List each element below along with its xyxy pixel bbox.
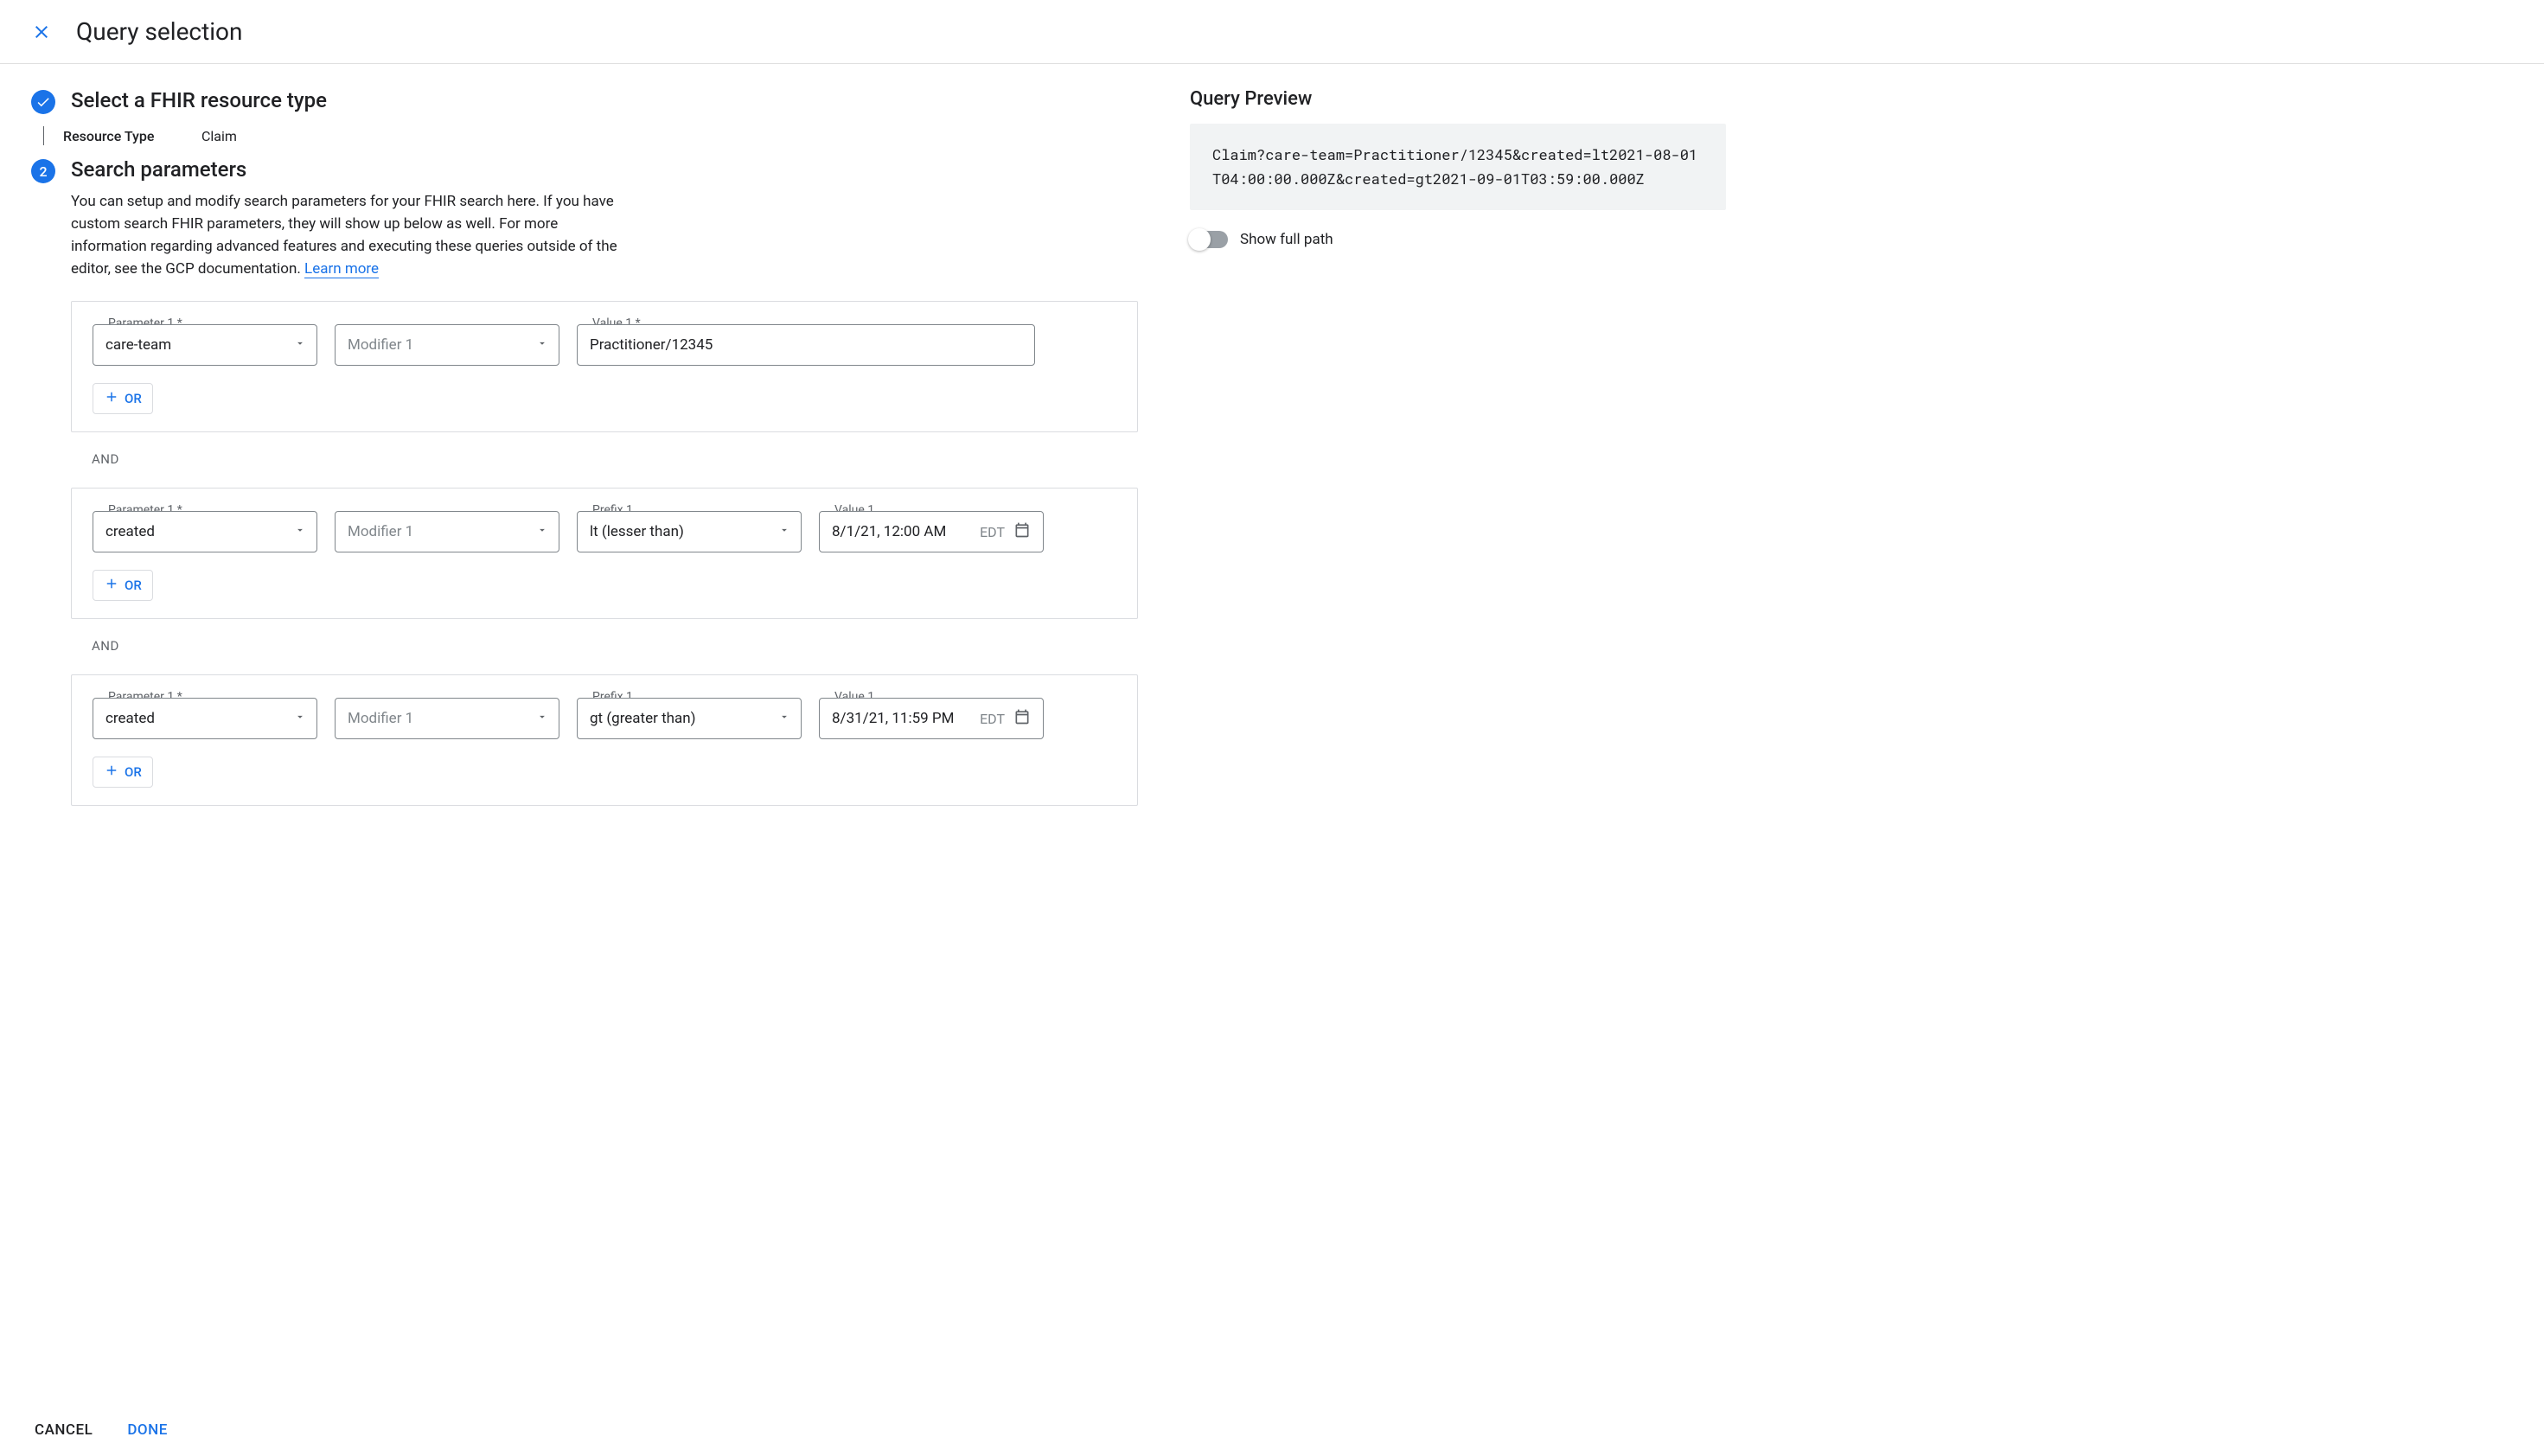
chevron-down-icon xyxy=(536,336,548,354)
parameter-select[interactable]: care-team xyxy=(93,324,317,366)
learn-more-link[interactable]: Learn more xyxy=(304,260,379,278)
chevron-down-icon xyxy=(778,710,790,727)
modifier-select[interactable]: Modifier 1 xyxy=(335,324,559,366)
prefix-select[interactable]: gt (greater than) xyxy=(577,698,802,739)
plus-icon xyxy=(104,576,119,595)
chevron-down-icon xyxy=(778,523,790,540)
parameter-select[interactable]: created xyxy=(93,698,317,739)
and-separator: AND xyxy=(92,638,1138,654)
value-date-input[interactable]: 8/31/21, 11:59 PMEDT xyxy=(819,698,1044,739)
close-icon[interactable] xyxy=(31,22,52,42)
modifier-select[interactable]: Modifier 1 xyxy=(335,698,559,739)
plus-icon xyxy=(104,389,119,408)
parameter-group: Parameter 1 *createdModifier 1Prefix 1gt… xyxy=(71,674,1138,806)
add-or-button[interactable]: OR xyxy=(93,757,153,788)
chevron-down-icon xyxy=(536,710,548,727)
dialog-header: Query selection xyxy=(0,0,2544,64)
show-full-path-label: Show full path xyxy=(1240,231,1333,248)
resource-type-label: Resource Type xyxy=(63,128,201,144)
parameter-group: Parameter 1 *createdModifier 1Prefix 1lt… xyxy=(71,488,1138,619)
chevron-down-icon xyxy=(294,710,306,727)
query-preview-title: Query Preview xyxy=(1190,88,1726,110)
calendar-icon[interactable] xyxy=(1013,708,1031,730)
parameter-group: Parameter 1 *care-teamModifier 1Value 1 … xyxy=(71,301,1138,432)
stepper-connector xyxy=(43,126,44,145)
prefix-select[interactable]: lt (lesser than) xyxy=(577,511,802,552)
step-2-description: You can setup and modify search paramete… xyxy=(71,190,624,280)
resource-type-value: Claim xyxy=(201,128,237,144)
step-1-header: Select a FHIR resource type xyxy=(31,88,1138,114)
and-separator: AND xyxy=(92,451,1138,467)
chevron-down-icon xyxy=(294,523,306,540)
value-date-input[interactable]: 8/1/21, 12:00 AMEDT xyxy=(819,511,1044,552)
calendar-icon[interactable] xyxy=(1013,521,1031,543)
cancel-button[interactable]: CANCEL xyxy=(35,1421,93,1439)
step-complete-icon xyxy=(31,90,55,114)
step-2-title: Search parameters xyxy=(71,157,1138,182)
show-full-path-toggle[interactable] xyxy=(1190,231,1228,248)
plus-icon xyxy=(104,763,119,782)
chevron-down-icon xyxy=(294,336,306,354)
add-or-button[interactable]: OR xyxy=(93,570,153,601)
query-preview-text: Claim?care-team=Practitioner/12345&creat… xyxy=(1190,124,1726,210)
modifier-select[interactable]: Modifier 1 xyxy=(335,511,559,552)
done-button[interactable]: DONE xyxy=(127,1421,167,1439)
chevron-down-icon xyxy=(536,523,548,540)
parameter-select[interactable]: created xyxy=(93,511,317,552)
dialog-footer: CANCEL DONE xyxy=(0,1403,2544,1456)
step-2-badge: 2 xyxy=(31,159,55,183)
step-1-title: Select a FHIR resource type xyxy=(71,88,327,112)
value-input[interactable]: Practitioner/12345 xyxy=(577,324,1035,366)
dialog-title: Query selection xyxy=(76,17,243,46)
timezone-label: EDT xyxy=(980,524,1005,540)
add-or-button[interactable]: OR xyxy=(93,383,153,414)
timezone-label: EDT xyxy=(980,711,1005,727)
